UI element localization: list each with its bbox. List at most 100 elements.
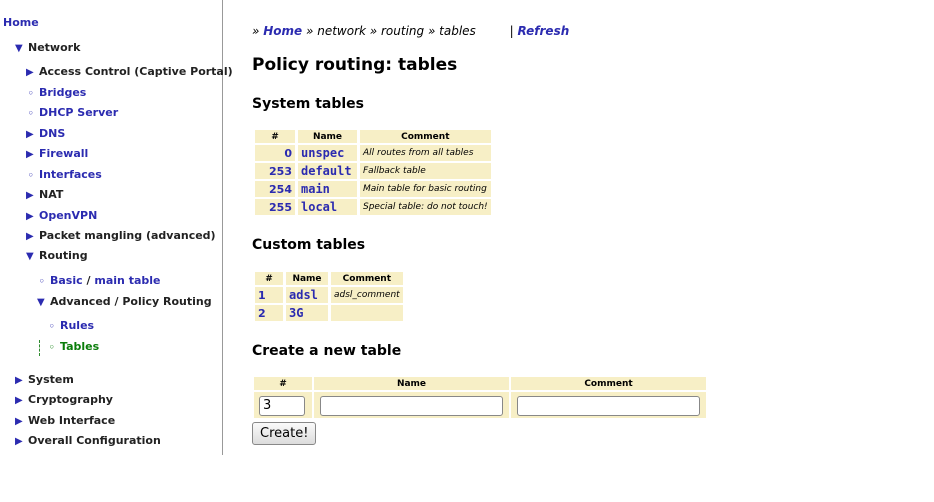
nav-access-control[interactable]: ▶ Access Control (Captive Portal) [26,65,233,80]
table-header-row: # Name Comment [254,377,706,390]
nav-network-label: Network [28,41,81,54]
column-header: Name [298,130,357,143]
nav-bridges[interactable]: ◦ Bridges [28,86,86,101]
column-header: Name [286,272,328,285]
nav-cryptography-label: Cryptography [28,393,113,406]
bullet-icon: ◦ [39,277,45,287]
nav-tables[interactable]: ◦ Tables [49,340,99,355]
nav-dns[interactable]: ▶ DNS [26,127,65,142]
nav-bridges-link[interactable]: Bridges [39,86,86,99]
create-table-form: # Name Comment [252,375,708,420]
bullet-icon: ◦ [49,322,55,332]
refresh-wrap: | Refresh [510,24,570,38]
column-header: Comment [511,377,706,390]
nav-rules[interactable]: ◦ Rules [49,319,94,334]
table-comment: Fallback table [360,163,491,179]
nav-system[interactable]: ▶ System [15,373,74,388]
table-row: 2 3G [255,305,403,321]
custom-tables-table: # Name Comment 1 adsl adsl_comment 2 3G [252,270,406,323]
nav-routing[interactable]: ▼ Routing [26,249,88,264]
table-number-input[interactable] [259,395,305,416]
form-row [254,392,706,418]
column-header: Comment [360,130,491,143]
nav-routing-label: Routing [39,249,88,262]
nav-main-table-link[interactable]: main table [94,274,160,287]
table-row: 255 local Special table: do not touch! [255,199,491,215]
nav-network[interactable]: ▼ Network [15,41,80,56]
nav-openvpn[interactable]: ▶ OpenVPN [26,209,97,224]
nav-home[interactable]: Home [3,16,39,30]
sidebar: Home ▼ Network ▶ Access Control (Captive P… [0,0,233,455]
nav-home-link[interactable]: Home [3,16,39,29]
table-header-row: # Name Comment [255,130,491,143]
nav-access-control-label: Access Control (Captive Portal) [39,65,233,78]
nav-packet-mangling[interactable]: ▶ Packet mangling (advanced) [26,229,216,244]
nav-overall-config[interactable]: ▶ Overall Configuration [15,434,161,449]
table-name-link[interactable]: adsl [286,287,328,303]
nav-nat[interactable]: ▶ NAT [26,188,63,203]
table-header-row: # Name Comment [255,272,403,285]
custom-tables-heading: Custom tables [252,237,366,253]
column-header: # [254,377,312,390]
table-comment: adsl_comment [331,287,403,303]
table-num-link[interactable]: 2 [255,305,283,321]
nav-tables-link[interactable]: Tables [60,340,99,353]
bullet-icon: ◦ [49,343,55,353]
table-comment-input[interactable] [517,395,700,416]
table-num-link[interactable]: 255 [255,199,295,215]
nav-packet-mangling-label: Packet mangling (advanced) [39,229,216,242]
nav-overall-config-label: Overall Configuration [28,434,161,447]
system-tables-table: # Name Comment 0 unspec All routes from … [252,128,494,217]
triangle-right-icon: ▶ [26,67,34,78]
nav-dhcp-link[interactable]: DHCP Server [39,106,118,119]
create-button[interactable]: Create! [252,422,317,445]
table-num-link[interactable]: 1 [255,287,283,303]
nav-advanced[interactable]: ▼ Advanced / Policy Routing [37,295,212,310]
comment-cell [511,392,706,418]
table-num-link[interactable]: 253 [255,163,295,179]
breadcrumb-path: » network » routing » tables [306,24,476,38]
triangle-right-icon: ▶ [26,231,34,242]
nav-firewall[interactable]: ▶ Firewall [26,147,88,162]
page-title: Policy routing: tables [252,55,458,75]
table-name-link[interactable]: main [298,181,357,197]
nav-firewall-link[interactable]: Firewall [39,147,88,160]
nav-web-interface-label: Web Interface [28,414,116,427]
table-row: 0 unspec All routes from all tables [255,145,491,161]
column-header: # [255,130,295,143]
table-comment: Special table: do not touch! [360,199,491,215]
nav-dns-link[interactable]: DNS [39,127,65,140]
triangle-right-icon: ▶ [15,395,23,406]
table-name-link[interactable]: default [298,163,357,179]
bullet-icon: ◦ [28,171,34,181]
nav-rules-link[interactable]: Rules [60,319,94,332]
triangle-down-icon: ▼ [15,43,23,54]
nav-interfaces[interactable]: ◦ Interfaces [28,168,102,183]
refresh-link[interactable]: Refresh [518,24,570,38]
nav-interfaces-link[interactable]: Interfaces [39,168,102,181]
triangle-down-icon: ▼ [26,251,34,262]
column-header: Comment [331,272,403,285]
table-name-input[interactable] [320,395,503,416]
table-name-link[interactable]: unspec [298,145,357,161]
nav-web-interface[interactable]: ▶ Web Interface [15,414,115,429]
nav-advanced-label: Advanced / Policy Routing [50,295,212,308]
table-name-link[interactable]: local [298,199,357,215]
breadcrumb-bar: | [509,24,514,38]
nav-basic-link[interactable]: Basic [50,274,83,287]
nav-basic[interactable]: ◦ Basic / main table [39,274,160,289]
table-num-link[interactable]: 254 [255,181,295,197]
triangle-right-icon: ▶ [15,375,23,386]
triangle-right-icon: ▶ [26,129,34,140]
nav-openvpn-link[interactable]: OpenVPN [39,209,97,222]
table-num-link[interactable]: 0 [255,145,295,161]
create-table-heading: Create a new table [252,343,402,359]
breadcrumb-home-link[interactable]: Home [263,24,302,38]
column-header: Name [314,377,509,390]
table-name-link[interactable]: 3G [286,305,328,321]
name-cell [314,392,509,418]
bullet-icon: ◦ [28,89,34,99]
nav-dhcp[interactable]: ◦ DHCP Server [28,106,118,121]
active-indicator-line [39,340,40,356]
nav-cryptography[interactable]: ▶ Cryptography [15,393,113,408]
